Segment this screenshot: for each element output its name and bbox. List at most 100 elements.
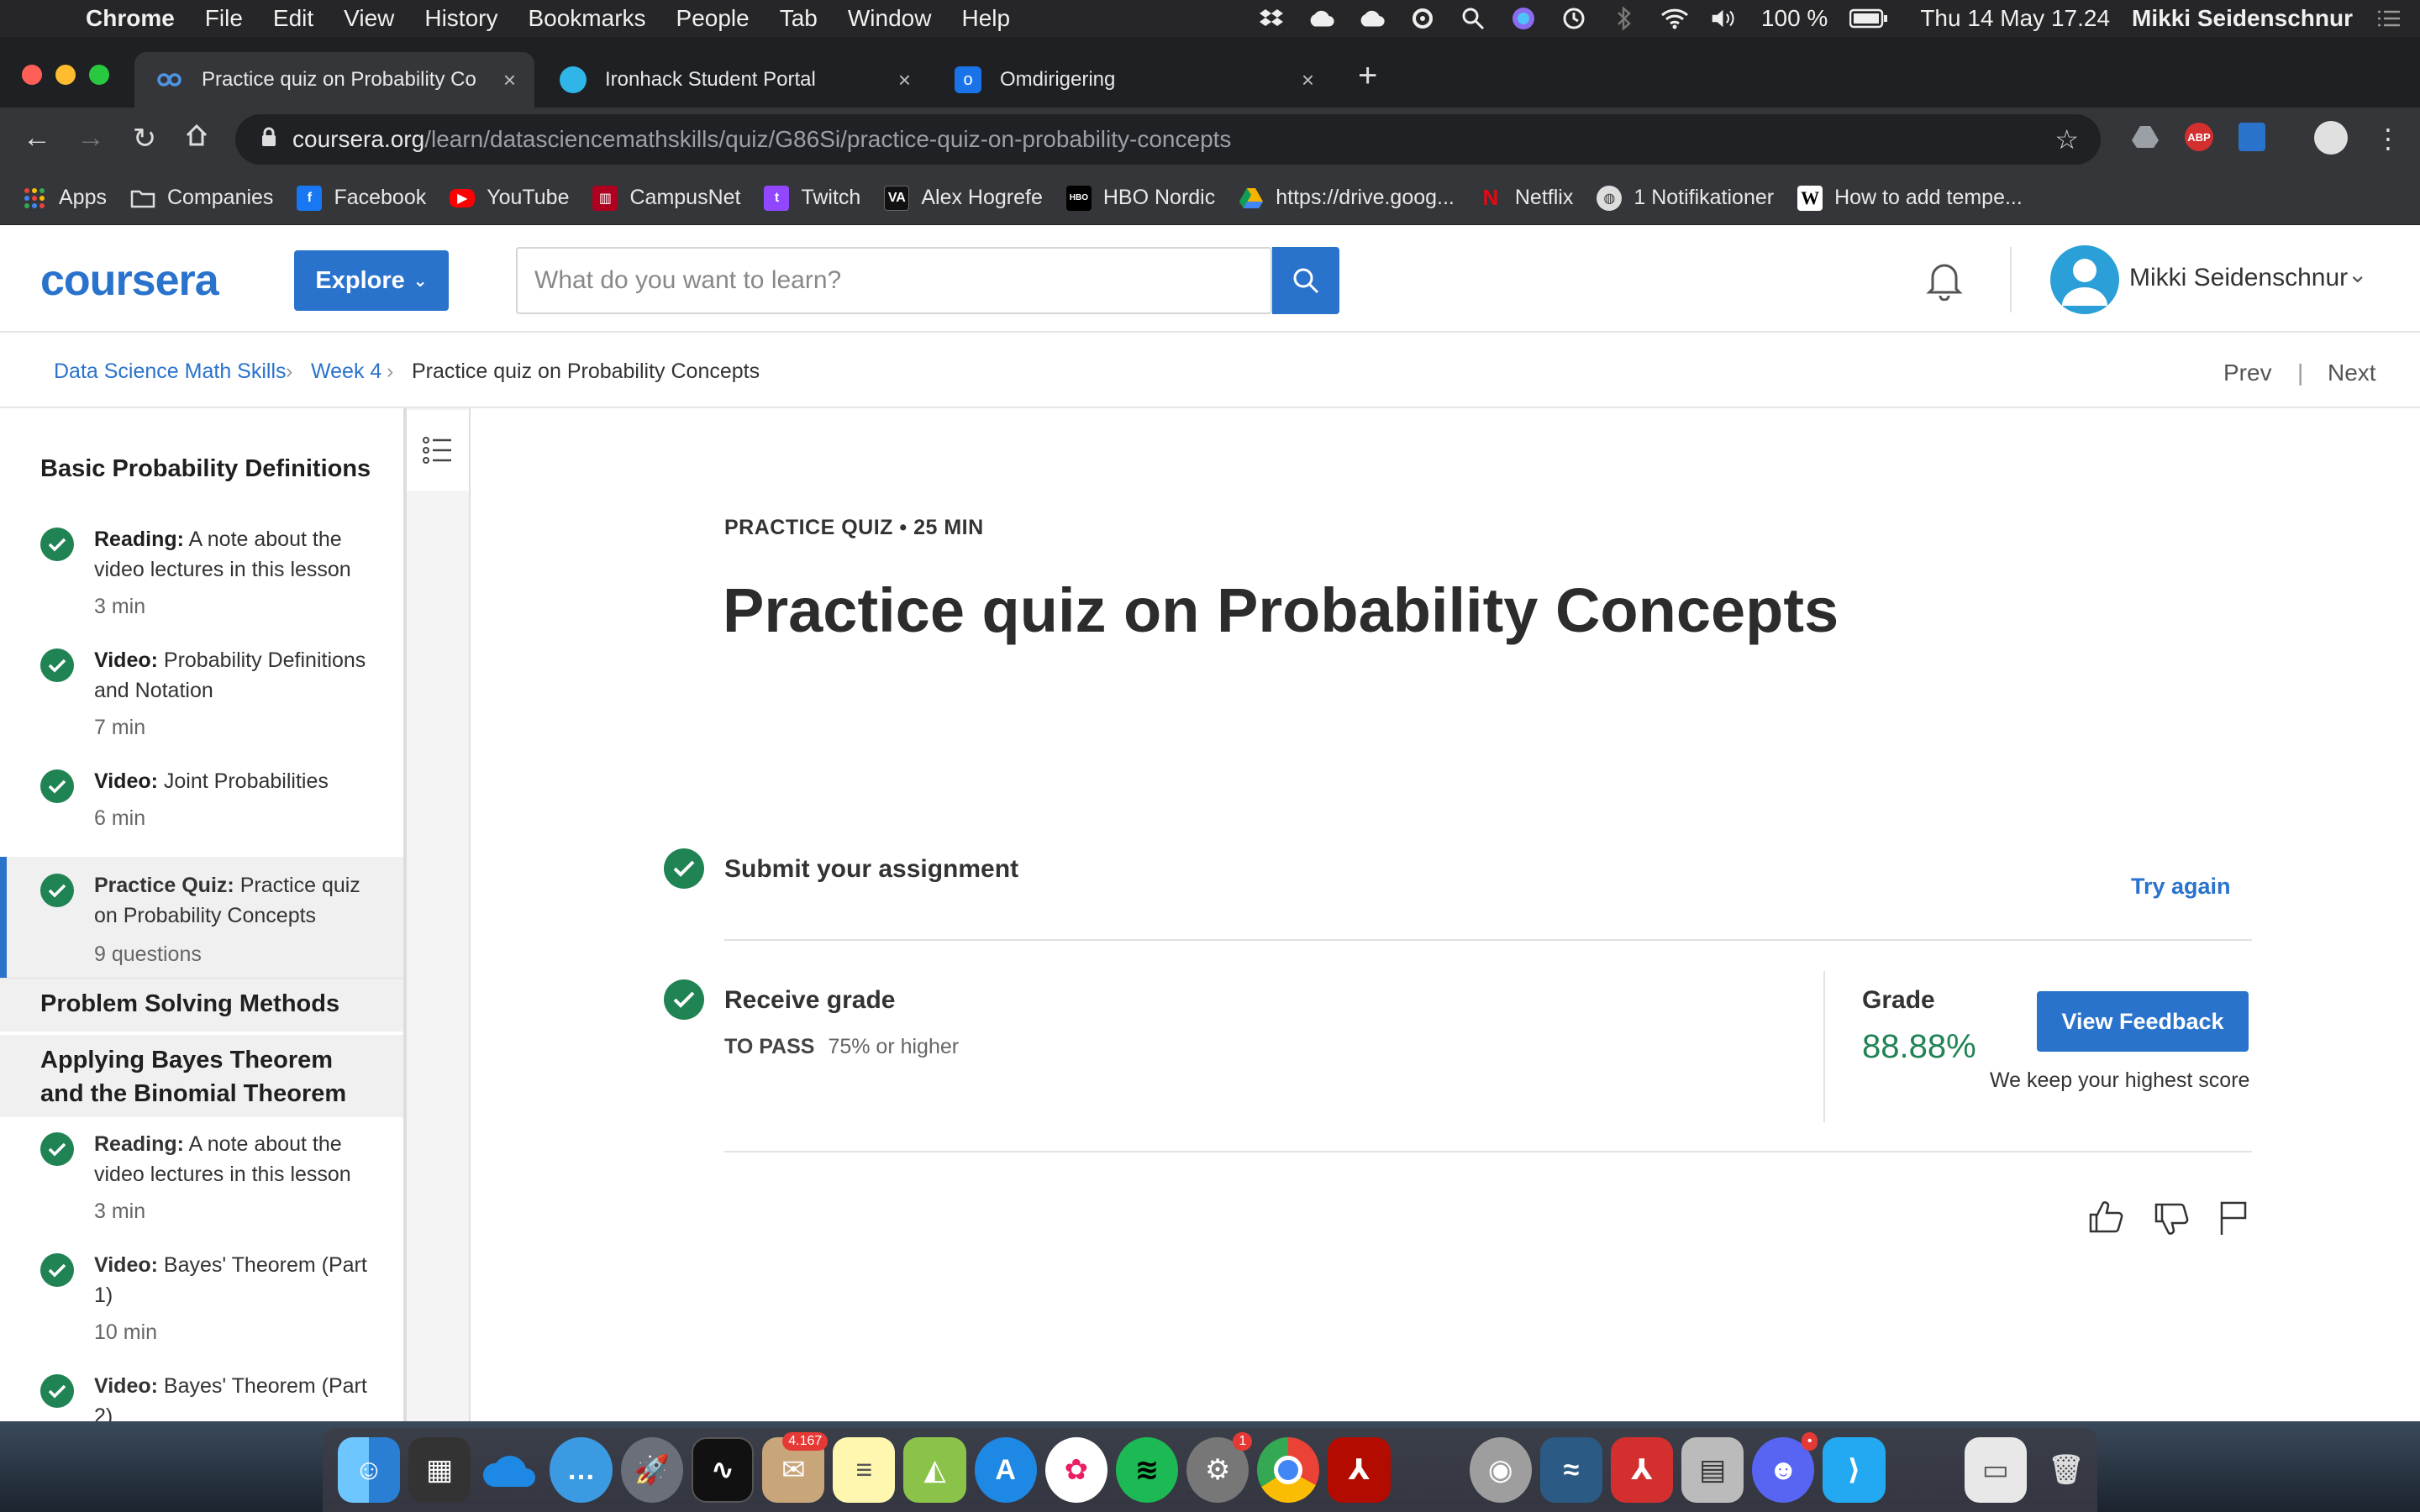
menu-help[interactable]: Help [946,5,1025,32]
chrome-dock-icon[interactable] [1257,1437,1320,1503]
system-preferences-icon[interactable]: ⚙ 1 [1186,1432,1253,1503]
bookmark-hbo-nordic[interactable]: HBO HBO Nordic [1065,185,1215,211]
bookmark-apps[interactable]: Apps [22,186,107,211]
notes-icon[interactable]: ≡ [833,1437,896,1503]
chrome-menu-icon[interactable]: ⋮ [2375,123,2402,155]
onedrive-icon[interactable] [479,1437,541,1503]
dropbox-icon[interactable] [1257,4,1286,33]
photos-icon[interactable]: ✿ [1044,1437,1107,1503]
menu-edit[interactable]: Edit [258,5,329,32]
acrobat-icon[interactable]: ⅄ [1328,1437,1391,1503]
breadcrumb-course-link[interactable]: Data Science Math Skills [54,360,287,384]
adblock-extension-icon[interactable]: ABP [2185,123,2213,151]
breadcrumb-week-link[interactable]: Week 4 [311,360,381,384]
bluetooth-icon[interactable] [1610,4,1639,33]
terminal-icon[interactable]: ∿ [691,1437,755,1503]
notification-center-icon[interactable] [2375,4,2403,33]
mail-icon[interactable]: ✉ 4.167 [762,1432,829,1503]
volume-icon[interactable] [1711,4,1739,33]
app-store-icon[interactable]: A [974,1437,1037,1503]
bookmark-companies[interactable]: Companies [130,186,273,211]
minimize-window-button[interactable] [55,65,76,85]
clock[interactable]: Thu 14 May 17.24 [1920,5,2110,32]
notifications-bell-icon[interactable] [1924,259,1965,305]
explore-button[interactable]: Explore ⌄ [294,250,449,311]
prev-link[interactable]: Prev [2223,360,2272,386]
user-name[interactable]: Mikki Seidenschnur [2129,264,2348,292]
steelseries-icon[interactable] [1408,4,1437,33]
tab-close-icon[interactable]: × [1302,67,1314,93]
menu-window[interactable]: Window [833,5,947,32]
sidebar-section-basic-probability[interactable]: Basic Probability Definitions [40,452,376,486]
cloud-sync-icon[interactable] [1358,4,1386,33]
thumbs-down-icon[interactable] [2153,1201,2190,1242]
maps-icon[interactable]: ◭ [903,1437,966,1503]
bookmark-youtube[interactable]: ▶ YouTube [450,186,569,210]
acrobat-reader-icon[interactable]: ⅄ [1611,1437,1674,1503]
reader-extension-icon[interactable] [2238,123,2265,151]
battery-icon[interactable] [1849,4,1888,33]
user-avatar[interactable] [2050,245,2119,314]
bookmark-twitch[interactable]: t Twitch [764,185,860,211]
thumbs-up-icon[interactable] [2087,1198,2124,1239]
activity-monitor-icon[interactable]: ▦ [408,1437,471,1503]
bookmark-netflix[interactable]: N Netflix [1478,185,1573,211]
user-menu-chevron-icon[interactable]: ⌄ [2348,260,2367,288]
menu-tab[interactable]: Tab [765,5,833,32]
sidebar-item-bayes-part-2[interactable]: Video: Bayes' Theorem (Part 2) [0,1368,403,1421]
menu-history[interactable]: History [409,5,513,32]
forward-arrow-icon[interactable]: → [72,122,109,155]
next-link[interactable]: Next [2328,360,2376,386]
sidebar-item-video-joint[interactable]: Video: Joint Probabilities 6 min [0,763,403,850]
menu-user-name[interactable]: Mikki Seidenschnur [2132,5,2353,32]
sidebar-item-reading-note[interactable]: Reading: A note about the video lectures… [0,521,403,638]
bookmark-how-to-add[interactable]: W How to add tempe... [1797,185,2023,211]
disk-utility-icon[interactable]: ◉ [1469,1437,1532,1503]
spotlight-search-icon[interactable] [1459,4,1487,33]
tab-omdirigering[interactable]: o Omdirigering × [933,52,1333,108]
search-button[interactable] [1272,247,1339,314]
try-again-link[interactable]: Try again [2131,874,2231,900]
menu-bookmarks[interactable]: Bookmarks [513,5,660,32]
reload-icon[interactable]: ↻ [126,122,163,155]
sidebar-section-problem-solving[interactable]: Problem Solving Methods [0,978,403,1032]
launchpad-icon[interactable]: 🚀 [620,1437,683,1503]
messages-icon[interactable]: … [550,1437,613,1503]
finder-icon[interactable]: ☺ [338,1437,401,1503]
tab-close-icon[interactable]: × [898,67,911,93]
menu-people[interactable]: People [661,5,765,32]
cloud-icon[interactable] [1307,4,1336,33]
bookmark-star-icon[interactable]: ☆ [2054,123,2079,155]
tab-close-icon[interactable]: × [503,67,516,93]
bookmark-google-drive[interactable]: https://drive.goog... [1239,186,1455,211]
view-feedback-button[interactable]: View Feedback [2037,991,2249,1052]
wifi-icon[interactable] [1660,4,1689,33]
google-drive-extension-icon[interactable] [2131,124,2160,154]
profile-avatar-icon[interactable] [2314,121,2348,155]
coursera-logo[interactable]: coursera [40,255,219,306]
sidebar-section-bayes[interactable]: Applying Bayes Theorem and the Binomial … [0,1033,403,1117]
trash-icon[interactable]: 🗑 [2035,1437,2097,1503]
toggle-outline-button[interactable] [407,410,469,491]
sidebar-item-video-definitions[interactable]: Video: Probability Definitions and Notat… [0,642,403,759]
flag-icon[interactable] [2218,1200,2249,1241]
siri-icon[interactable] [1509,4,1538,33]
menu-file[interactable]: File [190,5,258,32]
bookmark-notifikationer[interactable]: ◍ 1 Notifikationer [1597,185,1774,211]
mysql-workbench-icon[interactable]: ≈ [1539,1437,1602,1503]
tab-ironhack[interactable]: Ironhack Student Portal × [538,52,929,108]
home-icon[interactable] [178,123,215,155]
calculator-icon[interactable]: ▤ [1681,1437,1744,1503]
search-input[interactable]: What do you want to learn? [516,247,1272,314]
bookmark-alex-hogrefe[interactable]: VA Alex Hogrefe [884,185,1043,211]
menu-view[interactable]: View [329,5,409,32]
vscode-icon[interactable]: ⟩ [1823,1437,1886,1503]
zoom-window-button[interactable] [89,65,109,85]
new-tab-icon[interactable]: + [1358,57,1377,95]
sidebar-item-reading-note-2[interactable]: Reading: A note about the video lectures… [0,1126,403,1243]
close-window-button[interactable] [22,65,42,85]
sidebar-item-bayes-part-1[interactable]: Video: Bayes' Theorem (Part 1) 10 min [0,1247,403,1364]
time-machine-icon[interactable] [1560,4,1588,33]
discord-icon[interactable]: ☻ • [1752,1432,1818,1503]
address-bar[interactable]: coursera.org/learn/datasciencemathskills… [235,114,2101,165]
